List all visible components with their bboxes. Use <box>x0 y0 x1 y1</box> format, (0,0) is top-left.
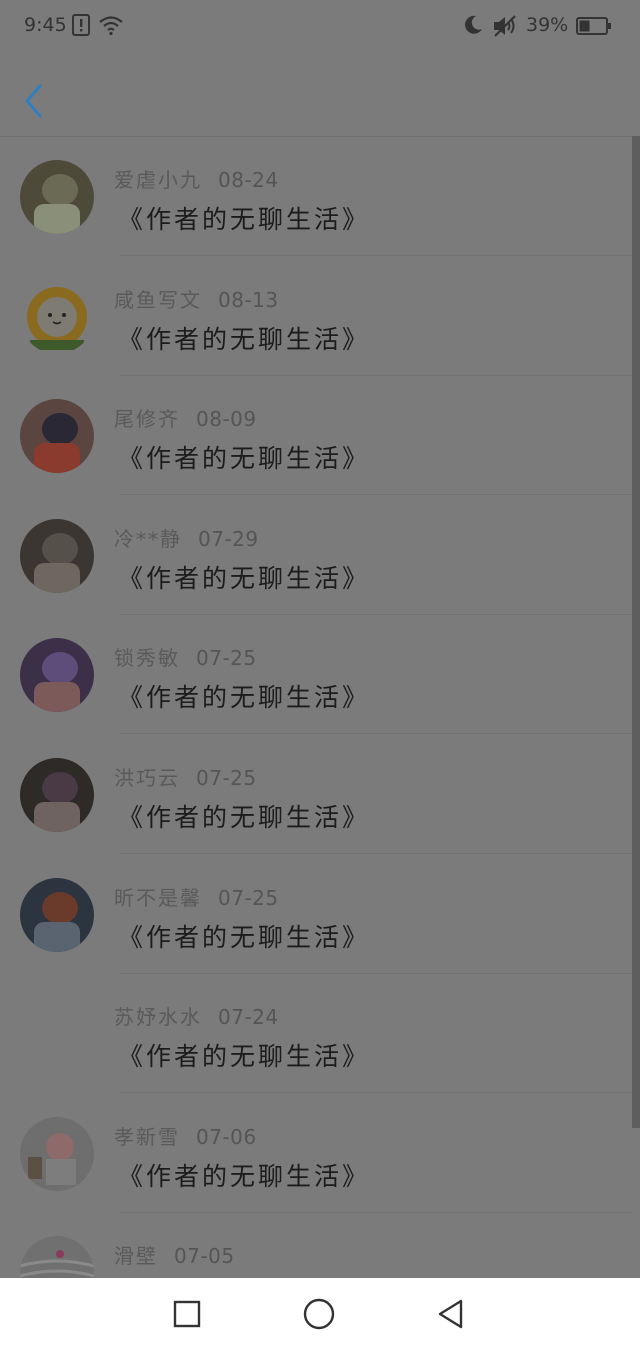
book-title[interactable]: 《作者的无聊生活》 <box>118 439 370 475</box>
comment-meta: 苏妤水水 07-24 <box>114 1001 279 1030</box>
user-name[interactable]: 锁秀敏 <box>114 646 180 670</box>
avatar[interactable] <box>20 160 94 234</box>
avatar[interactable] <box>20 758 94 832</box>
header-bar <box>0 56 640 137</box>
book-title[interactable]: 《作者的无聊生活》 <box>118 1037 370 1073</box>
wifi-icon <box>99 16 123 36</box>
comment-date: 08-13 <box>218 287 279 312</box>
comment-date: 08-09 <box>196 407 257 432</box>
comment-meta: 昕不是馨 07-25 <box>114 882 279 911</box>
chevron-left-icon[interactable] <box>22 82 46 120</box>
navigation-bar <box>0 1278 640 1351</box>
book-title[interactable]: 《作者的无聊生活》 <box>118 918 370 954</box>
book-title[interactable]: 《作者的无聊生活》 <box>118 200 370 236</box>
status-time: 9:45 <box>24 14 67 36</box>
status-bar: 9:45 39% <box>0 0 640 56</box>
comment-meta: 锁秀敏 07-25 <box>114 642 257 671</box>
comment-list: 爱虐小九 08-24 《作者的无聊生活》 咸鱼写文 08-13 《作者的无聊生活》 尾修… <box>0 136 632 1278</box>
comment-date: 08-24 <box>218 168 279 192</box>
list-item[interactable]: 咸鱼写文 08-13 《作者的无聊生活》 <box>0 256 632 376</box>
list-item[interactable]: 滑壁07-05《作者的无聊生活》 <box>0 1212 632 1278</box>
comment-date: 07-24 <box>218 1005 279 1030</box>
comment-date: 07-25 <box>196 766 257 790</box>
comment-date: 07-25 <box>218 885 279 910</box>
list-item[interactable]: 冷**静 07-29 《作者的无聊生活》 <box>0 495 632 615</box>
back-triangle-icon[interactable] <box>431 1294 471 1334</box>
comment-meta: 爱虐小九 08-24 <box>114 164 279 193</box>
book-title[interactable]: 《作者的无聊生活》 <box>118 798 370 834</box>
alert-icon <box>72 14 90 36</box>
comment-meta: 咸鱼写文 08-13 <box>114 284 279 313</box>
mute-icon <box>494 15 516 37</box>
user-name[interactable]: 昕不是馨 <box>114 886 202 910</box>
avatar[interactable] <box>20 1116 94 1191</box>
list-item[interactable]: 洪巧云 07-25 《作者的无聊生活》 <box>0 734 632 854</box>
user-name[interactable]: 冷**静 <box>114 527 182 551</box>
comment-date: 07-29 <box>198 526 259 551</box>
avatar[interactable] <box>20 638 94 713</box>
user-name[interactable]: 滑壁 <box>114 1244 158 1268</box>
comment-meta: 滑壁 07-05 <box>114 1240 235 1269</box>
list-item[interactable]: 孝新雪 07-06 《作者的无聊生活》 <box>0 1093 632 1213</box>
user-name[interactable]: 洪巧云 <box>114 766 180 790</box>
comment-meta: 尾修齐 08-09 <box>114 403 257 432</box>
battery-percent: 39% <box>526 14 569 36</box>
user-name[interactable]: 孝新雪 <box>114 1125 180 1149</box>
comment-meta: 孝新雪 07-06 <box>114 1121 257 1150</box>
avatar[interactable] <box>20 877 94 952</box>
scrollbar[interactable] <box>632 136 640 1128</box>
comment-date: 07-05 <box>174 1244 235 1269</box>
comment-date: 07-06 <box>196 1124 257 1149</box>
user-name[interactable]: 咸鱼写文 <box>114 288 202 312</box>
battery-icon <box>576 17 611 35</box>
comment-meta: 冷**静 07-29 <box>114 523 259 552</box>
book-title[interactable]: 《作者的无聊生活》 <box>118 559 370 595</box>
list-item[interactable]: 尾修齐 08-09 《作者的无聊生活》 <box>0 375 632 496</box>
list-item[interactable]: 锁秀敏 07-25 《作者的无聊生活》 <box>0 614 632 735</box>
book-title[interactable]: 《作者的无聊生活》 <box>118 320 370 356</box>
book-title[interactable]: 《作者的无聊生活》 <box>118 1157 370 1193</box>
book-title[interactable]: 《作者的无聊生活》 <box>118 678 370 714</box>
home-circle-icon[interactable] <box>299 1294 339 1334</box>
comment-meta: 洪巧云 07-25 <box>114 762 257 791</box>
user-name[interactable]: 苏妤水水 <box>114 1005 202 1029</box>
list-item[interactable]: 爱虐小九 08-24 《作者的无聊生活》 <box>0 136 632 256</box>
avatar[interactable] <box>20 399 94 474</box>
user-name[interactable]: 爱虐小九 <box>114 168 202 192</box>
comment-date: 07-25 <box>196 646 257 671</box>
list-item[interactable]: 苏妤水水 07-24 《作者的无聊生活》 <box>0 973 632 1094</box>
avatar[interactable] <box>20 279 94 354</box>
avatar[interactable] <box>20 518 94 593</box>
avatar[interactable] <box>20 1236 94 1278</box>
list-item[interactable]: 昕不是馨 07-25 《作者的无聊生活》 <box>0 854 632 974</box>
user-name[interactable]: 尾修齐 <box>114 407 180 431</box>
moon-icon <box>465 15 482 34</box>
recents-square-icon[interactable] <box>167 1294 207 1334</box>
